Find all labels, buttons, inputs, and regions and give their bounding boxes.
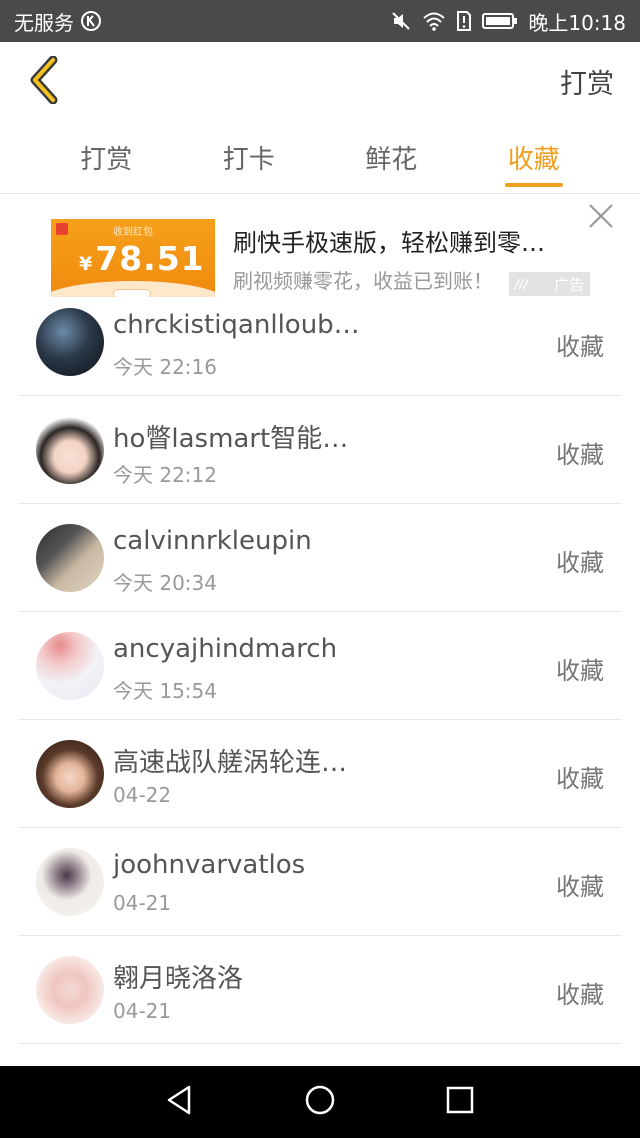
- user-name: 高速战队艖涡轮连…: [113, 748, 348, 778]
- nav-home-button[interactable]: [300, 1082, 340, 1122]
- ad-thumb-amount: ¥78.51: [79, 239, 205, 278]
- avatar: [36, 956, 104, 1024]
- avatar: [36, 632, 104, 700]
- favorite-time: 04-22: [113, 783, 172, 807]
- favorite-label: 收藏: [556, 657, 604, 685]
- triangle-back-icon: [165, 1084, 195, 1120]
- user-name: 翱月晓洛洛: [113, 964, 244, 994]
- tab-reward[interactable]: 打赏: [35, 122, 178, 193]
- favorite-label: 收藏: [556, 549, 604, 577]
- circle-home-icon: [304, 1084, 336, 1120]
- header: 打赏: [0, 42, 640, 122]
- favorites-list: chrckistiqanlloub… 今天 22:16 收藏 ho瞥lasmar…: [18, 288, 622, 1044]
- tab-checkin[interactable]: 打卡: [178, 122, 321, 193]
- ad-title: 刷快手极速版，轻松赚到零…: [233, 229, 545, 257]
- list-item[interactable]: ancyajhindmarch 今天 15:54 收藏: [18, 612, 622, 720]
- sim-alert-icon: [456, 10, 472, 32]
- ad-thumb-amount-value: 78.51: [95, 239, 205, 278]
- ad-thumb-caption: 收到红包: [113, 227, 153, 238]
- nav-back-button[interactable]: [160, 1082, 200, 1122]
- ad-close-button[interactable]: [586, 201, 616, 231]
- header-reward-button[interactable]: 打赏: [560, 62, 614, 101]
- ad-thumb-currency: ¥: [79, 253, 94, 275]
- ad-thumbnail: 收到红包 ¥78.51: [51, 219, 215, 297]
- k-circle-icon: [80, 10, 102, 32]
- favorite-label: 收藏: [556, 981, 604, 1009]
- favorite-label: 收藏: [556, 765, 604, 793]
- status-right: 晚上10:18: [390, 7, 626, 36]
- status-bar: 无服务 晚上10:18: [0, 0, 640, 42]
- user-name: calvinnrkleupin: [113, 526, 312, 556]
- favorite-label: 收藏: [556, 441, 604, 469]
- avatar: [36, 848, 104, 916]
- avatar: [36, 416, 104, 484]
- user-name: ancyajhindmarch: [113, 634, 338, 664]
- tab-bar: 打赏 打卡 鲜花 收藏: [0, 122, 640, 194]
- avatar: [36, 524, 104, 592]
- list-item[interactable]: 翱月晓洛洛 04-21 收藏: [18, 936, 622, 1044]
- wifi-icon: [422, 11, 446, 31]
- user-name: chrckistiqanlloub…: [113, 310, 360, 340]
- back-button[interactable]: [22, 55, 66, 108]
- nav-recents-button[interactable]: [440, 1082, 480, 1122]
- favorite-time: 今天 20:34: [113, 571, 217, 595]
- user-name: ho瞥lasmart智能…: [113, 424, 349, 454]
- user-name: joohnvarvatlos: [113, 850, 306, 880]
- close-icon: [586, 204, 616, 235]
- list-item[interactable]: chrckistiqanlloub… 今天 22:16 收藏: [18, 288, 622, 396]
- carrier-text: 无服务: [14, 10, 74, 35]
- square-recents-icon: [445, 1085, 475, 1119]
- mute-icon: [390, 10, 412, 32]
- favorite-time: 04-21: [113, 891, 172, 915]
- favorite-label: 收藏: [556, 333, 604, 361]
- list-item[interactable]: joohnvarvatlos 04-21 收藏: [18, 828, 622, 936]
- list-item[interactable]: calvinnrkleupin 今天 20:34 收藏: [18, 504, 622, 612]
- status-left: 无服务: [14, 7, 102, 36]
- favorite-label: 收藏: [556, 873, 604, 901]
- system-nav-bar: [0, 1066, 640, 1138]
- favorite-time: 今天 22:12: [113, 463, 217, 487]
- favorite-time: 04-21: [113, 999, 172, 1023]
- list-item[interactable]: 高速战队艖涡轮连… 04-22 收藏: [18, 720, 622, 828]
- favorite-time: 今天 15:54: [113, 679, 217, 703]
- tab-flowers[interactable]: 鲜花: [320, 122, 463, 193]
- avatar: [36, 308, 104, 376]
- tab-favorites[interactable]: 收藏: [463, 122, 606, 193]
- clock-text: 晚上10:18: [528, 10, 626, 35]
- list-item[interactable]: ho瞥lasmart智能… 今天 22:12 收藏: [18, 396, 622, 504]
- battery-icon: [482, 12, 518, 30]
- ad-banner[interactable]: 收到红包 ¥78.51 刷快手极速版，轻松赚到零… 刷视频赚零花，收益已到账！ …: [0, 195, 640, 303]
- favorite-time: 今天 22:16: [113, 355, 217, 379]
- chevron-left-icon: [27, 55, 61, 108]
- avatar: [36, 740, 104, 808]
